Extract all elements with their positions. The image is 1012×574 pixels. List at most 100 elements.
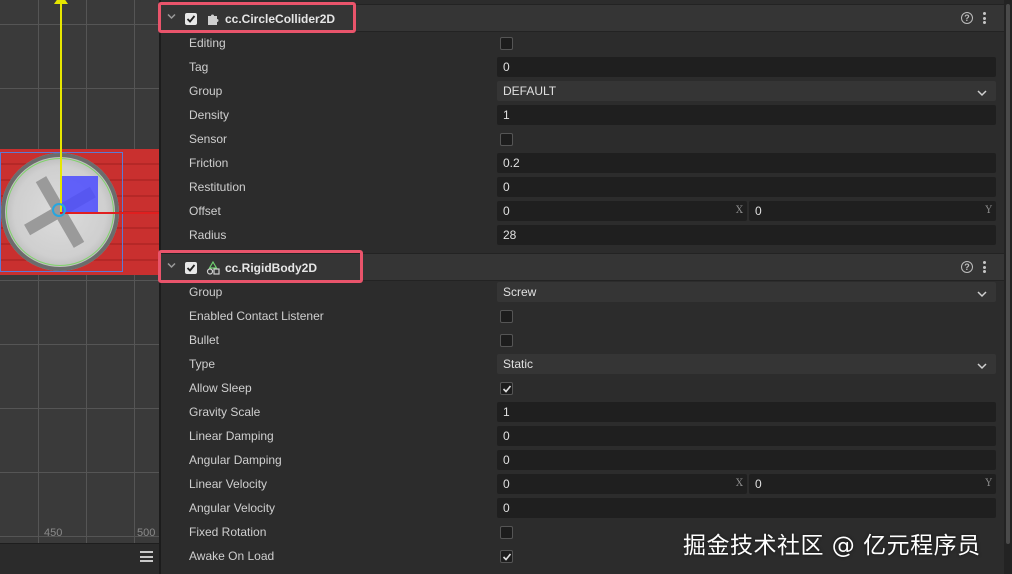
hamburger-menu-icon[interactable] xyxy=(140,551,153,562)
x-axis-label: X xyxy=(735,478,743,489)
property-label: Group xyxy=(189,285,223,299)
property-row-linear-damping: Linear Damping 0 xyxy=(161,424,1004,448)
x-value: 0 xyxy=(503,477,510,491)
more-vertical-icon[interactable] xyxy=(983,260,987,276)
help-circle-icon[interactable]: ? xyxy=(961,12,973,24)
check-icon xyxy=(502,385,512,393)
scrollbar-thumb[interactable] xyxy=(1006,4,1010,544)
y-axis-label: Y xyxy=(985,205,992,216)
property-label: Enabled Contact Listener xyxy=(189,309,324,323)
property-row-group: Group DEFAULT xyxy=(161,79,1004,103)
pivot-handle[interactable] xyxy=(52,203,66,217)
property-label: Sensor xyxy=(189,132,228,146)
help-circle-icon[interactable]: ? xyxy=(961,261,973,273)
property-row-angular-velocity: Angular Velocity 0 xyxy=(161,496,1004,520)
property-row-radius: Radius 28 xyxy=(161,223,1004,247)
ruler-tick-450: 450 xyxy=(44,527,63,539)
inspector-panel: cc.CircleCollider2D ? cc.RigidBody2D ? E… xyxy=(161,0,1004,574)
chevron-down-icon xyxy=(977,359,987,370)
property-row-offset: Offset 0 X 0 Y xyxy=(161,199,1004,223)
property-label: Linear Damping xyxy=(189,429,274,443)
property-row-friction: Friction 0.2 xyxy=(161,151,1004,175)
enabled-contact-listener-checkbox[interactable] xyxy=(500,310,513,323)
sensor-checkbox[interactable] xyxy=(500,133,513,146)
field-value: 0 xyxy=(503,60,510,74)
linear-velocity-x-input[interactable]: 0X xyxy=(497,474,747,494)
ruler-tick-500: 500 xyxy=(137,527,156,539)
property-row-tag: Tag 0 xyxy=(161,55,1004,79)
fixed-rotation-checkbox[interactable] xyxy=(500,526,513,539)
field-value: 0.2 xyxy=(503,156,520,170)
check-icon xyxy=(502,553,512,561)
scale-gizmo-handle[interactable] xyxy=(62,176,98,212)
property-label: Friction xyxy=(189,156,229,170)
awake-on-load-checkbox[interactable] xyxy=(500,550,513,563)
property-row-group: Group Screw xyxy=(161,280,1004,304)
allow-sleep-checkbox[interactable] xyxy=(500,382,513,395)
property-label: Awake On Load xyxy=(189,549,275,563)
type-select[interactable]: Static xyxy=(497,354,996,374)
more-vertical-icon[interactable] xyxy=(983,11,987,27)
property-label: Density xyxy=(189,108,230,122)
bullet-checkbox[interactable] xyxy=(500,334,513,347)
field-value: 1 xyxy=(503,405,510,419)
highlight-box-rigidbody xyxy=(158,250,363,283)
property-row-allow-sleep: Allow Sleep xyxy=(161,376,1004,400)
scene-viewport[interactable]: 450 500 xyxy=(0,0,159,574)
chevron-down-icon xyxy=(977,86,987,97)
offset-x-input[interactable]: 0X xyxy=(497,201,747,221)
property-row-restitution: Restitution 0 xyxy=(161,175,1004,199)
editing-checkbox[interactable] xyxy=(500,37,513,50)
density-input[interactable]: 1 xyxy=(497,105,996,125)
y-axis-arrow-icon[interactable] xyxy=(54,0,68,4)
property-row-gravity-scale: Gravity Scale 1 xyxy=(161,400,1004,424)
property-label: Angular Velocity xyxy=(189,501,276,515)
property-label: Linear Velocity xyxy=(189,477,268,491)
highlight-box-collider xyxy=(158,2,356,33)
friction-input[interactable]: 0.2 xyxy=(497,153,996,173)
angular-damping-input[interactable]: 0 xyxy=(497,450,996,470)
property-label: Group xyxy=(189,84,223,98)
property-label: Bullet xyxy=(189,333,220,347)
property-row-editing: Editing xyxy=(161,31,1004,55)
linear-damping-input[interactable]: 0 xyxy=(497,426,996,446)
property-label: Gravity Scale xyxy=(189,405,261,419)
y-axis-gizmo[interactable] xyxy=(60,0,62,214)
watermark-text: 掘金技术社区 @ 亿元程序员 xyxy=(683,533,981,559)
field-value: 0 xyxy=(503,180,510,194)
property-row-angular-damping: Angular Damping 0 xyxy=(161,448,1004,472)
property-label: Fixed Rotation xyxy=(189,525,267,539)
x-axis-label: X xyxy=(735,205,743,216)
property-row-sensor: Sensor xyxy=(161,127,1004,151)
property-label: Offset xyxy=(189,204,221,218)
property-row-type: Type Static xyxy=(161,352,1004,376)
tag-input[interactable]: 0 xyxy=(497,57,996,77)
offset-y-input[interactable]: 0Y xyxy=(749,201,996,221)
property-label: Restitution xyxy=(189,180,246,194)
radius-input[interactable]: 28 xyxy=(497,225,996,245)
property-label: Allow Sleep xyxy=(189,381,252,395)
property-label: Editing xyxy=(189,36,226,50)
field-value: 28 xyxy=(503,228,517,242)
restitution-input[interactable]: 0 xyxy=(497,177,996,197)
chevron-down-icon xyxy=(977,287,987,298)
property-label: Type xyxy=(189,357,216,371)
inspector-scrollbar[interactable] xyxy=(1004,0,1012,574)
x-axis-gizmo[interactable] xyxy=(60,212,159,214)
y-value: 0 xyxy=(755,204,762,218)
angular-velocity-input[interactable]: 0 xyxy=(497,498,996,518)
y-axis-label: Y xyxy=(985,478,992,489)
group-select[interactable]: Screw xyxy=(497,282,996,302)
property-row-density: Density 1 xyxy=(161,103,1004,127)
scene-bottom-bar xyxy=(0,543,159,574)
property-label: Tag xyxy=(189,60,209,74)
linear-velocity-y-input[interactable]: 0Y xyxy=(749,474,996,494)
property-row-enabled-contact-listener: Enabled Contact Listener xyxy=(161,304,1004,328)
gravity-scale-input[interactable]: 1 xyxy=(497,402,996,422)
field-value: DEFAULT xyxy=(503,84,557,98)
field-value: 0 xyxy=(503,429,510,443)
y-value: 0 xyxy=(755,477,762,491)
field-value: Static xyxy=(503,357,534,371)
x-value: 0 xyxy=(503,204,510,218)
group-select[interactable]: DEFAULT xyxy=(497,81,996,101)
